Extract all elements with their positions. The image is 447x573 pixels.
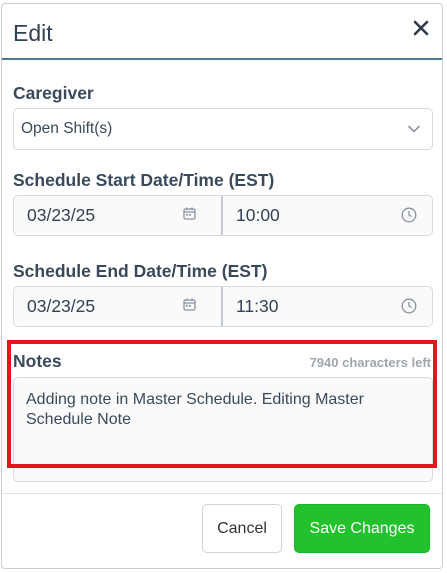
edit-modal: Edit Caregiver Open Shift(s) Schedule St… [1, 3, 443, 569]
end-datetime: 03/23/25 11:30 [13, 286, 433, 327]
calendar-icon[interactable] [183, 207, 196, 220]
end-time-value: 11:30 [236, 296, 279, 316]
start-time-input[interactable]: 10:00 [223, 196, 432, 235]
calendar-icon[interactable] [183, 298, 196, 311]
close-button[interactable] [410, 17, 432, 39]
modal-title: Edit [13, 20, 53, 46]
start-date-value: 03/23/25 [27, 205, 96, 225]
end-time-input[interactable]: 11:30 [223, 287, 432, 326]
caregiver-value: Open Shift(s) [21, 120, 113, 137]
clock-icon[interactable] [401, 207, 417, 223]
end-date-input[interactable]: 03/23/25 [14, 287, 222, 326]
save-changes-button[interactable]: Save Changes [294, 504, 430, 553]
modal-header: Edit [2, 4, 442, 60]
notes-char-count: 7940 characters left [309, 355, 431, 370]
clock-icon[interactable] [401, 298, 417, 314]
close-icon [413, 20, 429, 36]
start-time-value: 10:00 [236, 205, 280, 225]
start-date-input[interactable]: 03/23/25 [14, 196, 222, 235]
caregiver-label: Caregiver [13, 83, 94, 103]
start-label: Schedule Start Date/Time (EST) [13, 170, 275, 190]
notes-label: Notes [13, 351, 62, 371]
start-datetime: 03/23/25 10:00 [13, 195, 433, 236]
caregiver-select[interactable]: Open Shift(s) [13, 108, 433, 150]
notes-textarea[interactable]: Adding note in Master Schedule. Editing … [13, 377, 433, 482]
end-label: Schedule End Date/Time (EST) [13, 261, 268, 281]
cancel-button[interactable]: Cancel [202, 504, 282, 553]
footer-divider [2, 493, 442, 494]
end-date-value: 03/23/25 [27, 296, 96, 316]
chevron-down-icon [407, 125, 421, 133]
